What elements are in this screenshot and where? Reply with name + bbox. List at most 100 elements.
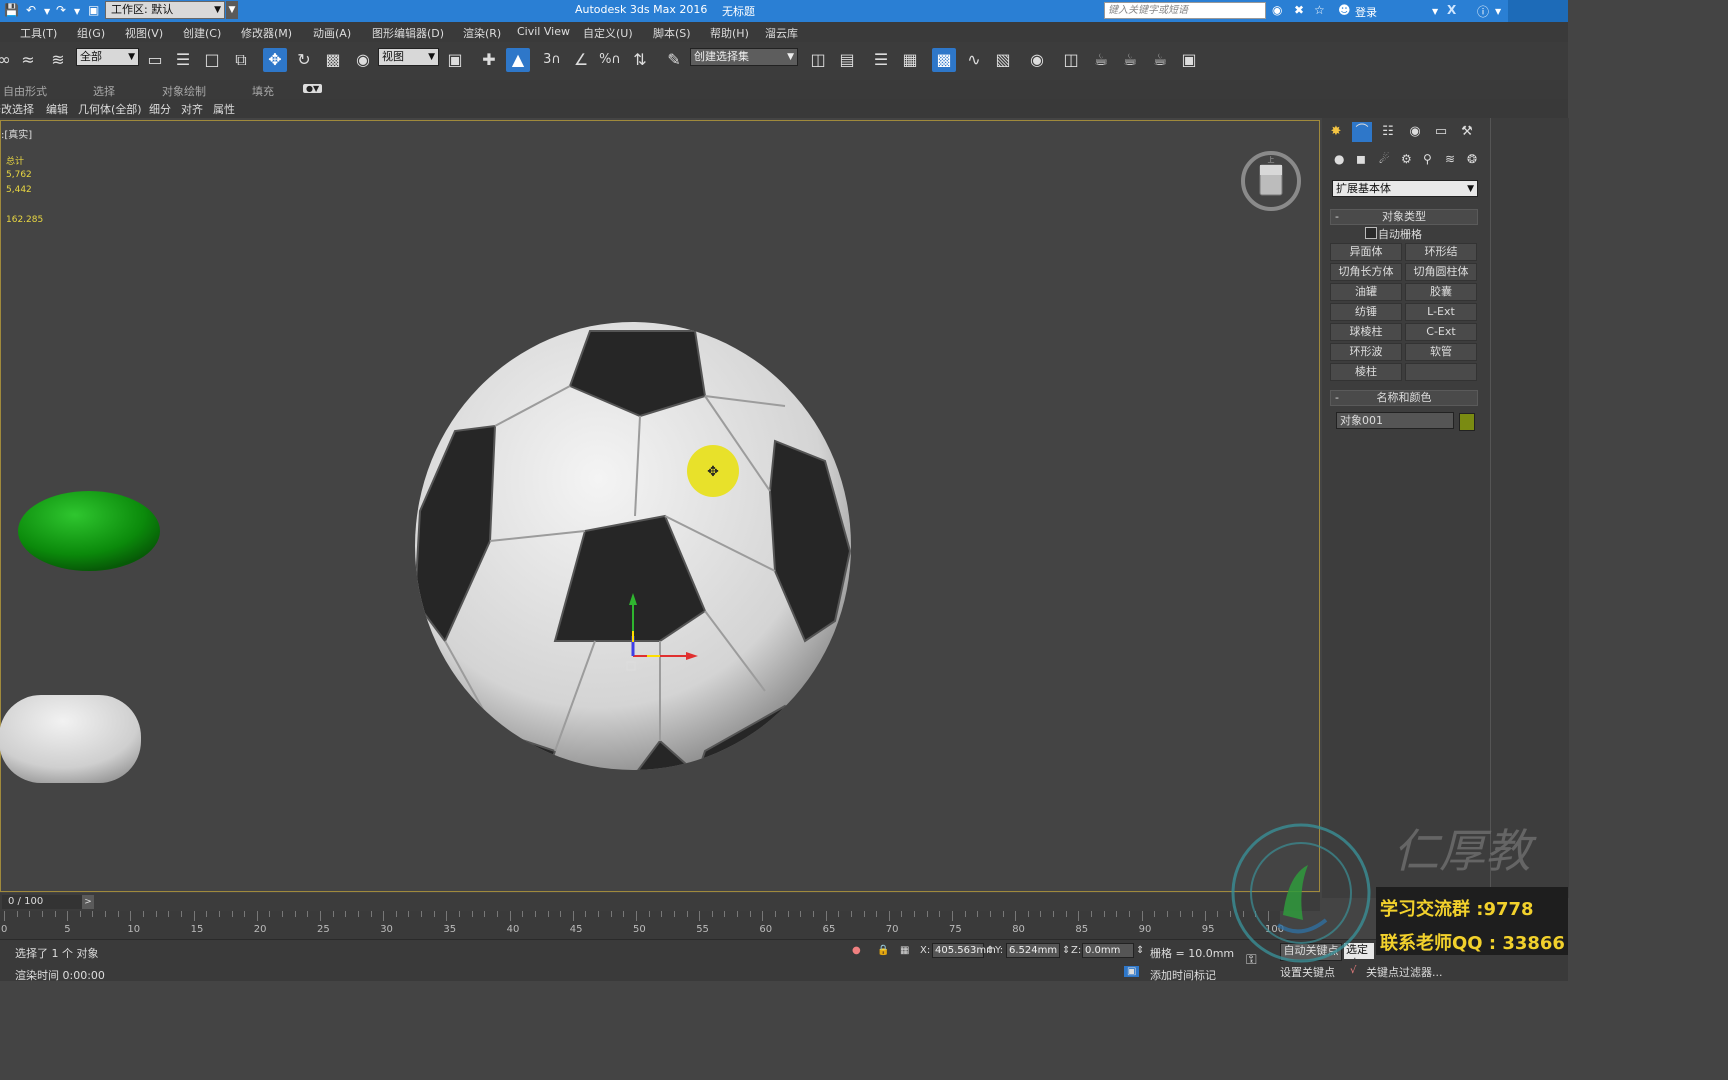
object-type-button[interactable]: 胶囊: [1405, 283, 1477, 301]
keyboard-shortcut-override-icon[interactable]: ▲: [506, 48, 530, 72]
viewcube[interactable]: 上: [1239, 149, 1303, 213]
object-type-button[interactable]: 异面体: [1330, 243, 1402, 261]
layer-manager-icon[interactable]: ☰: [869, 48, 893, 72]
ribbon-panel-edit[interactable]: 编辑: [46, 101, 68, 117]
x-spinner-icon[interactable]: ⇕: [986, 945, 994, 956]
edit-named-selection-icon[interactable]: ✎: [662, 48, 686, 72]
object-type-button[interactable]: 纺锤: [1330, 303, 1402, 321]
login-link[interactable]: 登录: [1355, 4, 1377, 20]
autogrid-checkbox[interactable]: [1365, 227, 1377, 239]
ribbon-selection[interactable]: 选择: [93, 83, 115, 99]
object-type-button[interactable]: 环形结: [1405, 243, 1477, 261]
select-and-move-icon[interactable]: ✥: [263, 48, 287, 72]
select-and-rotate-icon[interactable]: ↻: [292, 48, 316, 72]
create-tab-icon[interactable]: ✸: [1326, 122, 1346, 142]
key-filters-button[interactable]: 关键点过滤器...: [1366, 964, 1443, 980]
object-type-rollout[interactable]: - 对象类型: [1330, 209, 1478, 225]
object-name-field[interactable]: 对象001: [1336, 412, 1454, 429]
link-icon[interactable]: ≈: [16, 48, 40, 72]
object-type-button[interactable]: C-Ext: [1405, 323, 1477, 341]
ribbon-options-dropdown[interactable]: ●▼: [303, 84, 323, 93]
object-type-button[interactable]: 软管: [1405, 343, 1477, 361]
communication-center-icon[interactable]: ✖: [1294, 3, 1304, 17]
menu-graph-editors[interactable]: 图形编辑器(D): [372, 25, 444, 41]
render-in-cloud-icon[interactable]: ▣: [1177, 48, 1201, 72]
object-type-button[interactable]: 切角圆柱体: [1405, 263, 1477, 281]
object-type-button[interactable]: 切角长方体: [1330, 263, 1402, 281]
z-coordinate-field[interactable]: 0.0mm: [1082, 943, 1134, 958]
object-color-swatch[interactable]: [1459, 413, 1475, 431]
y-spinner-icon[interactable]: ⇕: [1062, 945, 1070, 956]
selection-lock-icon[interactable]: 🔒: [877, 945, 889, 956]
modify-tab-icon[interactable]: ⌒: [1352, 122, 1372, 142]
rectangular-selection-icon[interactable]: □: [200, 48, 224, 72]
mirror-icon[interactable]: ◫: [806, 48, 830, 72]
object-type-button[interactable]: L-Ext: [1405, 303, 1477, 321]
x-coordinate-field[interactable]: 405.563mm: [932, 943, 996, 958]
set-key-button[interactable]: 设置关键点: [1280, 964, 1335, 980]
user-icon[interactable]: ☻: [1338, 3, 1351, 17]
menu-tools[interactable]: 工具(T): [20, 25, 57, 41]
percent-snap-icon[interactable]: %∩: [598, 48, 622, 72]
ribbon-object-paint[interactable]: 对象绘制: [162, 83, 206, 99]
space-warps-icon[interactable]: ≋: [1445, 152, 1455, 166]
redo-icon[interactable]: ↷: [56, 3, 66, 17]
render-production-icon[interactable]: ☕: [1118, 48, 1142, 72]
ribbon-toggle-icon[interactable]: ▩: [932, 48, 956, 72]
select-and-scale-icon[interactable]: ▩: [321, 48, 345, 72]
login-dropdown-icon[interactable]: ▼: [1432, 7, 1438, 16]
menu-create[interactable]: 创建(C): [183, 25, 221, 41]
gray-capsule-object[interactable]: [0, 691, 147, 791]
named-selection-dropdown[interactable]: 创建选择集 ▼: [690, 48, 798, 66]
utilities-tab-icon[interactable]: ⚒: [1457, 122, 1477, 142]
systems-icon[interactable]: ❂: [1467, 152, 1477, 166]
align-icon[interactable]: ▤: [835, 48, 859, 72]
workspace-dropdown[interactable]: 工作区: 默认 ▼: [105, 1, 225, 19]
menu-civil-view[interactable]: Civil View: [517, 25, 570, 38]
shapes-icon[interactable]: ◼: [1356, 152, 1366, 166]
search-input[interactable]: 键入关键字或短语: [1104, 2, 1266, 19]
curve-editor-icon[interactable]: ∿: [962, 48, 986, 72]
ribbon-panel-geometry[interactable]: 几何体(全部): [78, 101, 142, 117]
track-bar[interactable]: 0 5 10 15 20 25 30 35 40 45 50 55 60 65 70 75 80 85 90 95 10…: [0, 911, 1284, 939]
spinner-snap-icon[interactable]: ⇅: [628, 48, 652, 72]
angle-snap-icon[interactable]: ∠: [569, 48, 593, 72]
window-crossing-icon[interactable]: ⧉: [229, 48, 253, 72]
soccer-ball-object[interactable]: [405, 311, 865, 781]
window-controls[interactable]: [1508, 0, 1568, 22]
y-coordinate-field[interactable]: 6.524mm: [1006, 943, 1060, 958]
lights-icon[interactable]: ☄: [1379, 152, 1390, 166]
selection-filter-dropdown[interactable]: 全部 ▼: [76, 48, 139, 66]
bind-space-warp-icon[interactable]: ≋: [46, 48, 70, 72]
helpers-icon[interactable]: ⚲: [1423, 152, 1432, 166]
absolute-mode-icon[interactable]: ▦: [900, 945, 909, 956]
hierarchy-tab-icon[interactable]: ☷: [1378, 122, 1398, 142]
render-iterative-icon[interactable]: ☕: [1148, 48, 1172, 72]
snaps-toggle-icon[interactable]: 3∩: [540, 48, 564, 72]
unlink-icon[interactable]: ∞: [0, 48, 16, 72]
exchange-x-icon[interactable]: X: [1447, 3, 1456, 17]
workspace-menu-button[interactable]: ▼: [226, 1, 238, 19]
undo-icon[interactable]: ↶: [26, 3, 36, 17]
cameras-icon[interactable]: ⚙: [1401, 152, 1412, 166]
menu-help[interactable]: 帮助(H): [710, 25, 749, 41]
ribbon-panel-align[interactable]: 对齐: [181, 101, 203, 117]
menu-cloud-library[interactable]: 溜云库: [765, 25, 798, 41]
help-dropdown-icon[interactable]: ▼: [1495, 7, 1501, 16]
ribbon-panel-modify-selection[interactable]: 修改选择: [0, 101, 34, 117]
reference-coordinate-dropdown[interactable]: 视图 ▼: [378, 48, 439, 66]
geometry-category-dropdown[interactable]: 扩展基本体 ▼: [1332, 180, 1478, 197]
save-icon[interactable]: 💾: [4, 3, 19, 17]
rendered-frame-window-icon[interactable]: ☕: [1089, 48, 1113, 72]
frame-indicator[interactable]: 0 / 100: [2, 895, 82, 909]
next-frame-arrow-icon[interactable]: >: [82, 895, 94, 909]
menu-animation[interactable]: 动画(A): [313, 25, 351, 41]
add-time-tag[interactable]: 添加时间标记: [1150, 967, 1216, 983]
name-color-rollout[interactable]: - 名称和颜色: [1330, 390, 1478, 406]
menu-group[interactable]: 组(G): [77, 25, 105, 41]
object-type-button[interactable]: 球棱柱: [1330, 323, 1402, 341]
favorites-star-icon[interactable]: ☆: [1314, 3, 1325, 17]
schematic-view-icon[interactable]: ▧: [991, 48, 1015, 72]
menu-modifiers[interactable]: 修改器(M): [241, 25, 292, 41]
menu-views[interactable]: 视图(V): [125, 25, 163, 41]
